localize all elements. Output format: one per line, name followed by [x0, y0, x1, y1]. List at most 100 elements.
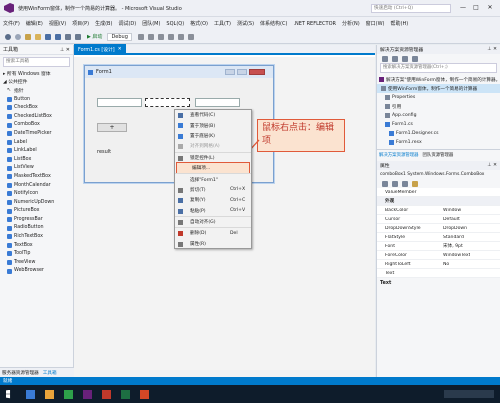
property-value[interactable]: Default	[439, 217, 460, 222]
new-project-icon[interactable]	[25, 33, 31, 40]
toolbox-group-common[interactable]: ◢ 公共控件	[0, 78, 73, 87]
solution-tree-item[interactable]: 使用WinForm窗体，制作一个简易的计算器	[377, 84, 500, 93]
menu-item[interactable]: 体系结构(C)	[257, 20, 290, 27]
save-all-icon[interactable]	[55, 33, 61, 40]
task-app-3-icon[interactable]	[64, 389, 73, 399]
property-value[interactable]: Window	[439, 208, 461, 213]
toolbox-tab[interactable]: 工具箱	[41, 370, 59, 376]
task-vs-icon[interactable]	[83, 389, 92, 399]
maximize-button[interactable]: □	[471, 4, 481, 12]
solution-tree-item[interactable]: Form1.resx	[377, 138, 500, 147]
context-menu-item[interactable]: 复制(Y) Ctrl+C	[175, 195, 251, 205]
toolbox-item[interactable]: Button	[0, 95, 73, 104]
menu-item[interactable]: .NET REFLECTOR	[290, 21, 339, 27]
context-menu-item[interactable]: 选择"Form1"	[175, 173, 251, 184]
quick-launch-input[interactable]: 快速启动 (Ctrl+Q)	[371, 4, 451, 13]
windows-start-icon[interactable]	[6, 389, 11, 399]
toolbar-icon-b[interactable]	[147, 33, 154, 40]
toolbar-icon-f[interactable]	[187, 33, 194, 40]
pin-icon[interactable]: ⊥ ✕	[60, 47, 70, 53]
context-menu-item[interactable]: 编辑项...	[176, 161, 250, 175]
property-row[interactable]: Font 宋体, 9pt	[377, 242, 500, 251]
toolbox-item[interactable]: CheckBox	[0, 103, 73, 112]
context-menu-item[interactable]: 置于底层(K)	[175, 131, 251, 141]
menu-item[interactable]: 分析(N)	[339, 20, 363, 27]
menu-item[interactable]: 视图(V)	[46, 20, 69, 27]
task-app-7-icon[interactable]	[140, 389, 149, 399]
property-row[interactable]: ValueMember	[377, 188, 500, 197]
context-menu-item[interactable]: 剪切(T) Ctrl+X	[175, 185, 251, 195]
toolbox-item[interactable]: MonthCalendar	[0, 181, 73, 190]
toolbox-search-input[interactable]: 搜索工具箱	[3, 57, 70, 67]
toolbox-item[interactable]: ↖ 指针	[0, 86, 73, 95]
toolbar-icon-a[interactable]	[137, 33, 144, 40]
context-menu-item[interactable]: 自动对齐(G)	[175, 215, 251, 227]
property-value[interactable]: DropDown	[439, 226, 467, 231]
menu-item[interactable]: 生成(B)	[92, 20, 115, 27]
property-row[interactable]: ForeColor WindowText	[377, 251, 500, 260]
menu-item[interactable]: 帮助(H)	[388, 20, 412, 27]
solution-tree-item[interactable]: App.config	[377, 111, 500, 120]
toolbox-group-all[interactable]: ▸ 所有 Windows 窗体	[0, 69, 73, 78]
task-app-1-icon[interactable]	[26, 389, 35, 399]
toolbar-icon-d[interactable]	[167, 33, 174, 40]
collapse-icon[interactable]	[402, 55, 408, 62]
solution-tree-item[interactable]: Form1.Designer.cs	[377, 129, 500, 138]
toolbox-item[interactable]: TreeView	[0, 258, 73, 267]
open-file-icon[interactable]	[35, 33, 41, 40]
toolbox-item[interactable]: PictureBox	[0, 207, 73, 216]
property-value[interactable]: 宋体, 9pt	[439, 243, 463, 249]
solution-tree-item[interactable]: Properties	[377, 93, 500, 102]
toolbox-item[interactable]: MaskedTextBox	[0, 172, 73, 181]
toolbox-item[interactable]: LinkLabel	[0, 146, 73, 155]
pin-icon-right[interactable]: ⊥ ✕	[487, 47, 497, 52]
minimize-button[interactable]: —	[458, 4, 468, 12]
back-icon[interactable]	[5, 33, 11, 40]
property-row[interactable]: Text	[377, 269, 500, 278]
toolbox-item[interactable]: RichTextBox	[0, 232, 73, 241]
save-icon[interactable]	[45, 33, 51, 40]
close-button[interactable]: ✕	[485, 4, 495, 12]
solution-tree-item[interactable]: 解决方案"使用WinForm窗体，制作一个简易的计算器。"	[377, 75, 500, 84]
menu-item[interactable]: 项目(P)	[69, 20, 92, 27]
forward-icon[interactable]	[15, 33, 21, 40]
toolbox-item[interactable]: NotifyIcon	[0, 189, 73, 198]
solution-tree-item[interactable]: Form1.cs	[377, 120, 500, 129]
task-app-6-icon[interactable]	[121, 389, 130, 399]
menu-item[interactable]: 文件(F)	[0, 20, 23, 27]
toolbox-item[interactable]: WebBrowser	[0, 267, 73, 276]
toolbox-item[interactable]: ToolTip	[0, 249, 73, 258]
show-all-icon[interactable]	[412, 55, 418, 62]
menu-item[interactable]: 工具(T)	[211, 20, 234, 27]
property-row[interactable]: FlatStyle Standard	[377, 233, 500, 242]
toolbox-item[interactable]: Label	[0, 138, 73, 147]
menu-item[interactable]: 编辑(E)	[23, 20, 46, 27]
toolbar-icon-e[interactable]	[177, 33, 184, 40]
refresh-icon[interactable]	[392, 55, 398, 62]
toolbar-icon-c[interactable]	[157, 33, 164, 40]
property-row[interactable]: 外观	[377, 197, 500, 206]
team-explorer-tab[interactable]: 团队资源管理器	[421, 152, 456, 158]
task-app-5-icon[interactable]	[102, 389, 111, 399]
toolbox-item[interactable]: RadioButton	[0, 224, 73, 233]
property-value[interactable]: Standard	[439, 235, 464, 240]
toolbox-item[interactable]: DateTimePicker	[0, 129, 73, 138]
toolbox-item[interactable]: TextBox	[0, 241, 73, 250]
alphabetical-icon[interactable]	[392, 180, 398, 187]
properties-icon[interactable]	[402, 180, 408, 187]
task-app-2-icon[interactable]	[45, 389, 54, 399]
config-select[interactable]: Debug	[107, 32, 132, 41]
properties-object[interactable]: comboBox1 System.Windows.Forms.ComboBox	[377, 170, 500, 179]
menu-item[interactable]: 格式(O)	[187, 20, 211, 27]
property-row[interactable]: BackColor Window	[377, 206, 500, 215]
context-menu-item[interactable]: 锁定控件(L)	[175, 151, 251, 163]
home-icon[interactable]	[382, 55, 388, 62]
server-explorer-tab[interactable]: 服务器资源管理器	[0, 370, 41, 376]
redo-icon[interactable]	[75, 33, 81, 40]
property-value[interactable]: No	[439, 262, 449, 267]
property-row[interactable]: Cursor Default	[377, 215, 500, 224]
menu-item[interactable]: 窗口(W)	[363, 20, 388, 27]
categorized-icon[interactable]	[382, 180, 388, 187]
context-menu-item[interactable]: 粘贴(P) Ctrl+V	[175, 206, 251, 216]
toolbox-item[interactable]: ComboBox	[0, 121, 73, 130]
